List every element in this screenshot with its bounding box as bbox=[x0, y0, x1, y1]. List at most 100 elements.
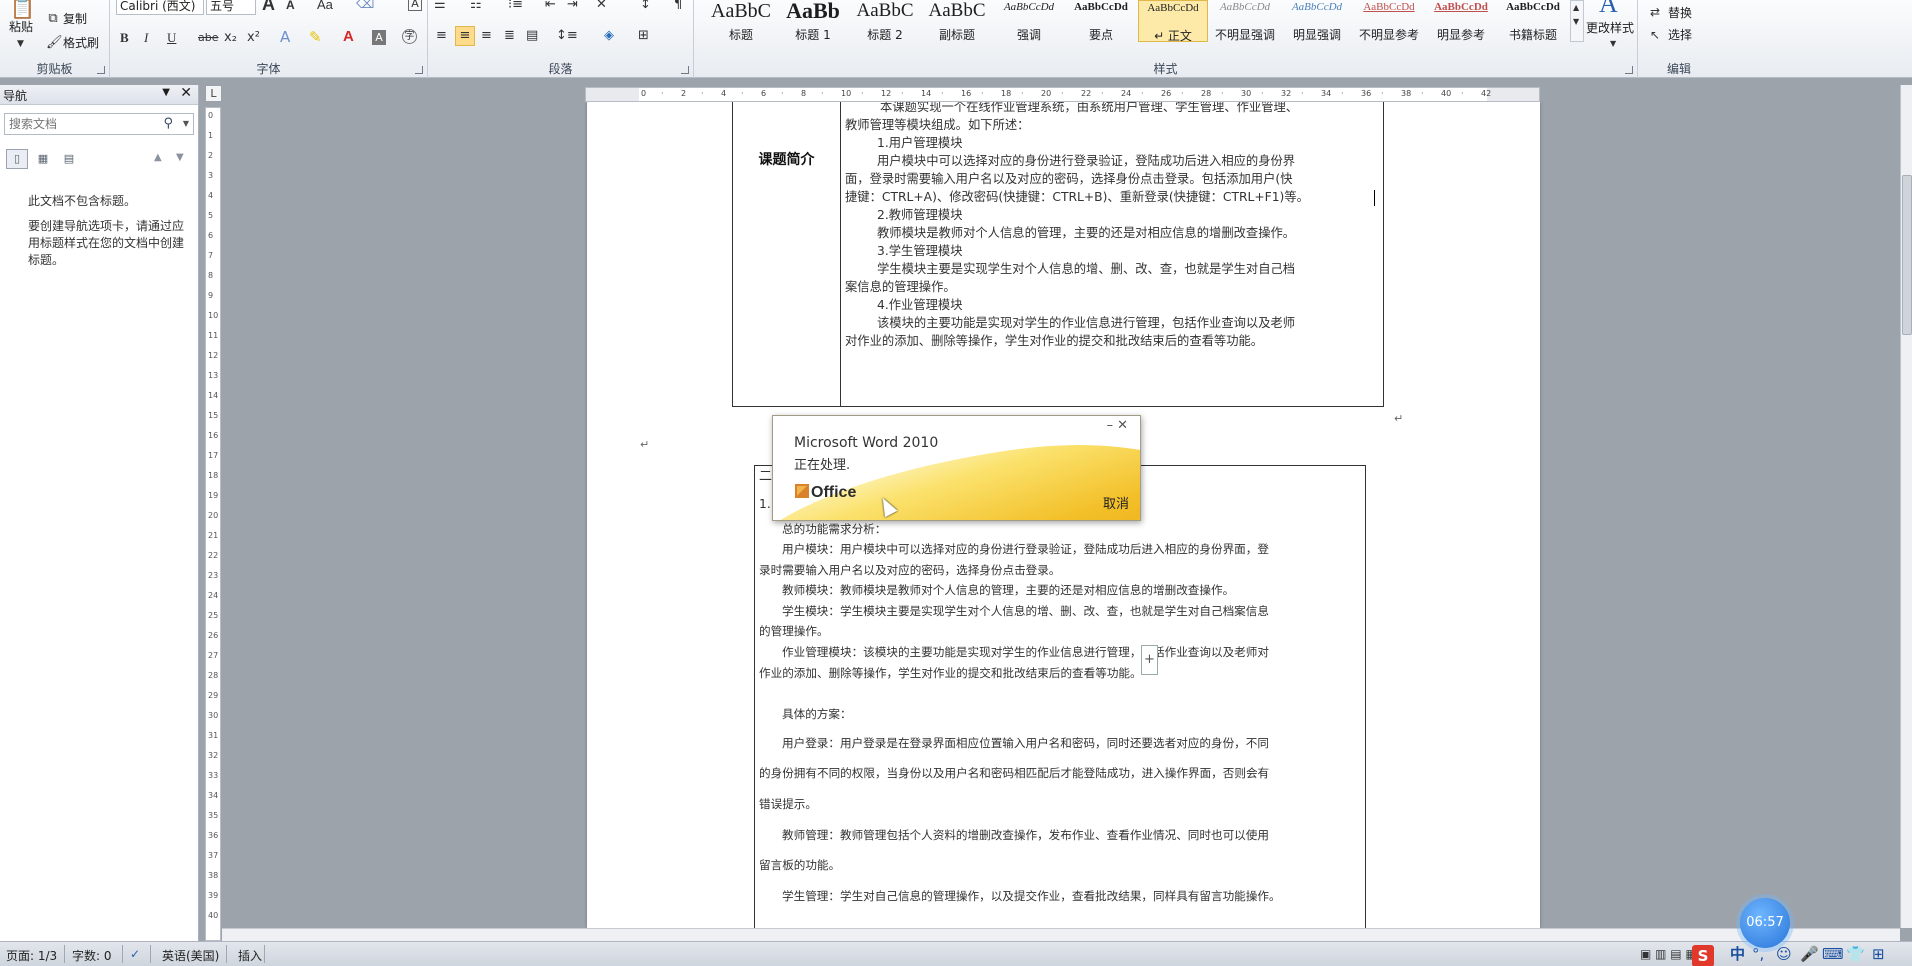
navigation-search[interactable]: ⚲ ▼ bbox=[4, 113, 194, 135]
chinese-layout-icon[interactable]: ✕ bbox=[596, 0, 607, 13]
replace-button[interactable]: 替换 bbox=[1668, 5, 1692, 21]
bullets-icon[interactable]: ☰ bbox=[434, 0, 446, 13]
tab-headings[interactable]: ▯ bbox=[6, 149, 28, 169]
distributed-icon[interactable]: ▤ bbox=[526, 28, 538, 44]
clipboard-launcher-icon[interactable] bbox=[97, 66, 105, 74]
show-marks-icon[interactable]: ¶ bbox=[674, 0, 682, 13]
table-intro[interactable]: 课题简介 本课题实现一个在线作业管理系统，由系统用户管理、学生管理、作业管理、教… bbox=[732, 102, 1384, 407]
table-intro-line: 本课题实现一个在线作业管理系统，由系统用户管理、学生管理、作业管理、 bbox=[880, 102, 1299, 114]
line-spacing-icon[interactable]: ↕≡ bbox=[556, 28, 578, 44]
vertical-ruler[interactable]: 0 1 2 3 4 5 6 7 8 9 10 11 12 13 14 15 16 17 18 19 20 21 22 23 24… bbox=[205, 107, 221, 941]
vertical-scrollbar[interactable] bbox=[1900, 85, 1912, 928]
char-border-icon[interactable]: A bbox=[408, 0, 422, 11]
multilevel-list-icon[interactable]: ⁝≡ bbox=[508, 0, 523, 13]
table-analysis-line: 作业管理模块：该模块的主要功能是实现对学生的作业信息进行管理，包括作业查询以及老… bbox=[782, 645, 1269, 659]
sort-icon[interactable]: ↕ bbox=[640, 0, 651, 13]
view-buttons[interactable]: ▣ ▥ ▤ ▦ bbox=[1640, 945, 1697, 963]
tab-results[interactable]: ▤ bbox=[58, 149, 80, 169]
clear-format-icon[interactable]: ⌫ bbox=[356, 0, 374, 13]
table-analysis[interactable]: 二 1. 总的功能需求分析： 用户模块：用户模块中可以选择对应的身份进行登录验证，… bbox=[754, 465, 1366, 928]
navigation-menu-icon[interactable]: ▼ bbox=[162, 87, 170, 98]
font-color-icon[interactable]: A bbox=[343, 29, 354, 45]
style-item[interactable]: AaBbCcDd 不明显参考 bbox=[1354, 0, 1424, 42]
style-item[interactable]: AaBbC 标题 bbox=[706, 0, 776, 42]
copy-button[interactable]: 复制 bbox=[63, 11, 87, 27]
horizontal-scrollbar[interactable] bbox=[222, 928, 1900, 941]
toolbox-icon[interactable]: ⊞ bbox=[1872, 945, 1885, 963]
style-item[interactable]: AaBbCcDd 要点 bbox=[1066, 0, 1136, 42]
paragraph-launcher-icon[interactable] bbox=[681, 66, 689, 74]
paste-icon[interactable]: 📋 bbox=[10, 0, 35, 18]
previous-icon[interactable]: ▲ bbox=[154, 150, 162, 166]
styles-launcher-icon[interactable] bbox=[1625, 66, 1633, 74]
paste-button[interactable]: 粘贴 bbox=[9, 19, 33, 35]
cancel-button[interactable]: 取消 bbox=[1103, 493, 1129, 512]
styles-scroll[interactable]: ▲ ▼ bbox=[1570, 0, 1584, 42]
style-item[interactable]: AaBbCcDd ↵ 正文 bbox=[1138, 0, 1208, 43]
text-effects-icon[interactable]: A bbox=[280, 29, 290, 45]
style-item[interactable]: AaBbC 副标题 bbox=[922, 0, 992, 42]
chevron-down-icon[interactable]: ▼ bbox=[183, 119, 189, 128]
bold-button[interactable]: B bbox=[120, 30, 129, 46]
style-item[interactable]: AaBbCcDd 明显参考 bbox=[1426, 0, 1496, 42]
style-item[interactable]: AaBbCcDd 明显强调 bbox=[1282, 0, 1352, 42]
align-center-icon[interactable]: ≡ bbox=[455, 26, 475, 46]
page-count[interactable]: 页面: 1/3 bbox=[6, 947, 57, 964]
chevron-down-icon[interactable]: ▼ bbox=[1610, 36, 1616, 52]
scroll-thumb[interactable] bbox=[1902, 175, 1912, 335]
style-item[interactable]: AaBbCcDd 强调 bbox=[994, 0, 1064, 42]
italic-button[interactable]: I bbox=[144, 30, 148, 46]
align-left-icon[interactable]: ≡ bbox=[436, 28, 447, 44]
format-painter-button[interactable]: 格式刷 bbox=[63, 35, 99, 51]
style-item[interactable]: AaBbCcDd 不明显强调 bbox=[1210, 0, 1280, 42]
search-icon[interactable]: ⚲ bbox=[163, 116, 173, 131]
chevron-down-icon[interactable]: ▼ bbox=[17, 36, 24, 52]
sogou-ime-icon[interactable]: S bbox=[1692, 945, 1714, 966]
style-item[interactable]: AaBbC 标题 2 bbox=[850, 0, 920, 42]
style-item[interactable]: AaBb 标题 1 bbox=[778, 0, 848, 42]
dialog-controls[interactable]: –✕ bbox=[1107, 418, 1132, 433]
shrink-font-button[interactable]: A bbox=[286, 0, 295, 13]
recording-timer[interactable]: 06:57 bbox=[1740, 898, 1790, 948]
font-name-combo[interactable]: Calibri (西文) bbox=[116, 0, 204, 15]
numbering-icon[interactable]: ☷ bbox=[470, 0, 482, 13]
language-indicator[interactable]: 英语(美国) bbox=[162, 947, 219, 964]
justify-icon[interactable]: ≣ bbox=[504, 28, 515, 44]
search-input[interactable] bbox=[9, 115, 159, 133]
highlight-icon[interactable]: ✎ bbox=[309, 29, 322, 45]
word-count[interactable]: 字数: 0 bbox=[72, 947, 112, 964]
select-button[interactable]: 选择 bbox=[1668, 27, 1692, 43]
change-styles-icon[interactable]: A bbox=[1599, 0, 1618, 17]
style-item[interactable]: AaBbCcDd 书籍标题 bbox=[1498, 0, 1568, 42]
borders-icon[interactable]: ⊞ bbox=[638, 28, 649, 44]
insert-mode[interactable]: 插入 bbox=[238, 947, 262, 964]
enclose-char-icon[interactable]: 字 bbox=[402, 29, 417, 44]
char-shading-icon[interactable]: A bbox=[372, 30, 386, 45]
align-right-icon[interactable]: ≡ bbox=[481, 28, 492, 44]
keyboard-icon[interactable]: ⌨ bbox=[1822, 945, 1844, 963]
next-icon[interactable]: ▼ bbox=[176, 150, 184, 166]
subscript-button[interactable]: x₂ bbox=[224, 30, 237, 46]
change-case-button[interactable]: Aa bbox=[317, 0, 333, 13]
change-styles-button[interactable]: 更改样式 bbox=[1586, 20, 1634, 36]
grow-font-button[interactable]: A bbox=[262, 0, 275, 13]
close-icon[interactable]: ✕ bbox=[180, 85, 192, 101]
horizontal-ruler[interactable]: 0 · 2 · 4 · 6 · 8 · 10 · 12 · 14 · 16 · 18 · 20 · 22 · 24 · 26 · 28 ·… bbox=[585, 87, 1540, 102]
shading-icon[interactable]: ◈ bbox=[604, 28, 614, 44]
proofing-icon[interactable]: ✓ bbox=[130, 947, 140, 961]
add-row-button[interactable]: + bbox=[1141, 645, 1158, 675]
skin-icon[interactable]: 👕 bbox=[1846, 945, 1865, 963]
ime-chinese-icon[interactable]: 中 bbox=[1730, 945, 1745, 963]
underline-button[interactable]: U bbox=[167, 30, 176, 46]
superscript-button[interactable]: x² bbox=[247, 30, 260, 46]
increase-indent-icon[interactable]: ⇥ bbox=[567, 0, 578, 13]
font-size-combo[interactable]: 五号 bbox=[206, 0, 256, 15]
font-launcher-icon[interactable] bbox=[415, 66, 423, 74]
emoji-icon[interactable]: ☺ bbox=[1776, 945, 1792, 963]
strikethrough-button[interactable]: abe bbox=[198, 30, 219, 46]
tab-pages[interactable]: ▦ bbox=[32, 149, 54, 169]
microphone-icon[interactable]: 🎤 bbox=[1800, 945, 1819, 963]
ruler-tick: 19 bbox=[208, 491, 219, 500]
tab-selector[interactable]: L bbox=[205, 85, 222, 102]
decrease-indent-icon[interactable]: ⇤ bbox=[545, 0, 556, 13]
